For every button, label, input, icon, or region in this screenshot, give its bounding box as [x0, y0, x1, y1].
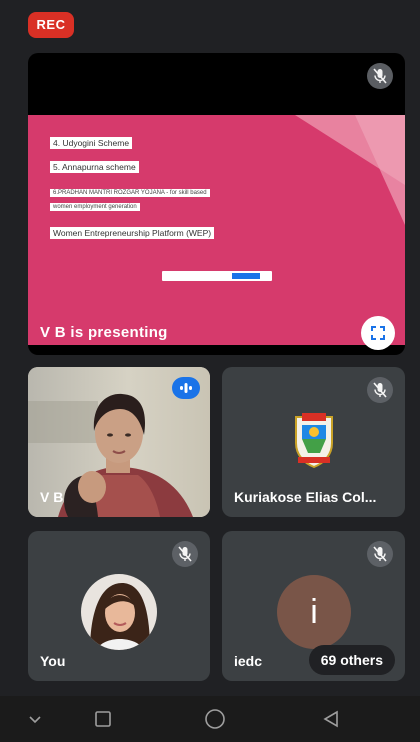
triangle-back-icon — [323, 710, 338, 728]
system-nav-bar — [0, 696, 420, 742]
recents-button[interactable] — [88, 704, 118, 734]
participant-name: iedc — [234, 653, 263, 669]
mic-off-icon — [172, 541, 198, 567]
square-icon — [95, 711, 111, 727]
fullscreen-icon — [371, 326, 385, 340]
shared-slide: 4. Udyogini Scheme 5. Annapurna scheme 6… — [28, 115, 405, 345]
mic-off-icon — [367, 541, 393, 567]
fullscreen-button[interactable] — [361, 316, 395, 350]
slide-toolbar — [162, 271, 272, 281]
speaking-indicator-icon — [172, 377, 200, 399]
presentation-tile[interactable]: 4. Udyogini Scheme 5. Annapurna scheme 6… — [28, 53, 405, 355]
slide-line: 4. Udyogini Scheme — [50, 137, 133, 149]
participant-tile-kuriakose[interactable]: Kuriakose Elias Col... — [222, 367, 405, 517]
recording-badge: REC — [28, 12, 74, 38]
participant-name: Kuriakose Elias Col... — [234, 489, 377, 505]
participant-name: You — [40, 653, 66, 669]
slide-line: women employment generation — [50, 203, 140, 211]
slide-line: 5. Annapurna scheme — [50, 161, 139, 173]
participant-tile-vb[interactable]: V B — [28, 367, 210, 517]
mic-off-icon — [367, 377, 393, 403]
college-emblem-icon — [295, 413, 333, 469]
home-button[interactable] — [200, 704, 230, 734]
mic-off-icon — [367, 63, 393, 89]
slide-line: 6.PRADHAN MANTRI ROZGAR YOJANA - for ski… — [50, 189, 210, 197]
presenter-label: V B is presenting — [40, 324, 168, 341]
participant-tile-iedc[interactable]: i iedc 69 others — [222, 531, 405, 681]
back-button[interactable] — [316, 704, 346, 734]
avatar: i — [277, 575, 351, 649]
others-count-button[interactable]: 69 others — [308, 645, 395, 675]
slide-line: Women Entrepreneurship Platform (WEP) — [50, 227, 215, 239]
avatar — [81, 574, 157, 650]
participant-tile-you[interactable]: You — [28, 531, 210, 681]
circle-icon — [205, 709, 225, 729]
chevron-down-icon[interactable] — [20, 704, 50, 734]
slide-decoration — [355, 115, 405, 225]
participant-name: V B — [40, 489, 64, 505]
